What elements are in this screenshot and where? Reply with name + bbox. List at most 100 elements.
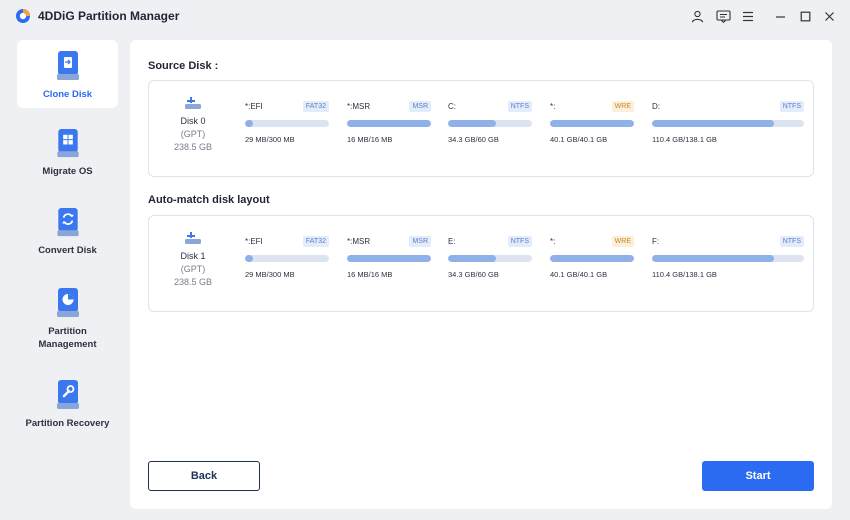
- clone-disk-icon: [56, 51, 79, 80]
- usage-bar-fill: [550, 255, 634, 262]
- sidebar-item-label: Convert Disk: [38, 245, 97, 256]
- disk-info: Disk 0 (GPT) 238.5 GB: [169, 95, 217, 154]
- partition-item[interactable]: *:MSR MSR 16 MB/16 MB: [347, 236, 431, 279]
- partition-recovery-icon: [56, 380, 79, 409]
- disk-name: Disk 0: [180, 116, 206, 126]
- disk-info: Disk 1 (GPT) 238.5 GB: [169, 230, 217, 289]
- partition-size: 110.4 GB/138.1 GB: [652, 270, 717, 279]
- sidebar-item-label: Partition Recovery: [25, 418, 110, 429]
- partition-header: *:EFI FAT32: [245, 236, 329, 250]
- sidebar-item-label: Partition Management: [38, 326, 97, 350]
- sidebar-item-clone-disk[interactable]: Clone Disk: [17, 40, 118, 108]
- app-title: 4DDiG Partition Manager: [38, 9, 180, 23]
- partition-label: *:EFI: [245, 237, 263, 246]
- disk-type: (GPT): [180, 129, 206, 139]
- usage-bar: [245, 120, 329, 127]
- filesystem-badge: FAT32: [302, 101, 329, 112]
- target-disk-card[interactable]: Disk 1 (GPT) 238.5 GB *:EFI FAT32 29 MB/30…: [148, 215, 814, 312]
- source-disk-card[interactable]: Disk 0 (GPT) 238.5 GB *:EFI FAT32 29 MB/30…: [148, 80, 814, 177]
- filesystem-badge: MSR: [409, 236, 431, 247]
- usage-bar: [550, 120, 634, 127]
- partition-label: D:: [652, 102, 660, 111]
- partition-item[interactable]: *: WRE 40.1 GB/40.1 GB: [550, 236, 634, 279]
- usage-bar-fill: [652, 120, 774, 127]
- partition-header: F: NTFS: [652, 236, 804, 250]
- partition-item[interactable]: *: WRE 40.1 GB/40.1 GB: [550, 101, 634, 144]
- maximize-icon[interactable]: [796, 7, 814, 25]
- sidebar-item-label: Migrate OS: [42, 166, 93, 177]
- partition-item[interactable]: F: NTFS 110.4 GB/138.1 GB: [652, 236, 804, 279]
- close-icon[interactable]: [820, 7, 838, 25]
- usage-bar-fill: [245, 255, 254, 262]
- partition-item[interactable]: *:EFI FAT32 29 MB/300 MB: [245, 101, 329, 144]
- usage-bar-fill: [347, 255, 431, 262]
- menu-icon[interactable]: [739, 7, 757, 25]
- partition-label: C:: [448, 102, 456, 111]
- usage-bar-fill: [347, 120, 431, 127]
- sidebar-item-partition-recovery[interactable]: Partition Recovery: [17, 369, 118, 435]
- sidebar-item-migrate-os[interactable]: Migrate OS: [17, 118, 118, 178]
- partition-header: D: NTFS: [652, 101, 804, 115]
- partition-item[interactable]: C: NTFS 34.3 GB/60 GB: [448, 101, 532, 144]
- user-icon[interactable]: [688, 7, 706, 25]
- partition-size: 110.4 GB/138.1 GB: [652, 135, 717, 144]
- filesystem-badge: NTFS: [779, 236, 804, 247]
- partition-size: 34.3 GB/60 GB: [448, 270, 499, 279]
- partition-size: 16 MB/16 MB: [347, 135, 393, 144]
- partition-item[interactable]: *:EFI FAT32 29 MB/300 MB: [245, 236, 329, 279]
- sidebar: Clone Disk Migrate OS Convert Disk Parti…: [0, 32, 130, 520]
- usage-bar: [448, 120, 532, 127]
- source-disk-title: Source Disk :: [148, 60, 219, 72]
- partition-header: *:MSR MSR: [347, 101, 431, 115]
- sidebar-item-partition-management[interactable]: Partition Management: [17, 277, 118, 355]
- partition-item[interactable]: E: NTFS 34.3 GB/60 GB: [448, 236, 532, 279]
- hard-disk-icon: [185, 97, 201, 109]
- filesystem-badge: NTFS: [507, 101, 532, 112]
- usage-bar: [245, 255, 329, 262]
- usage-bar-fill: [448, 255, 496, 262]
- back-button[interactable]: Back: [148, 461, 260, 491]
- usage-bar: [550, 255, 634, 262]
- partition-size: 34.3 GB/60 GB: [448, 135, 499, 144]
- partition-size: 16 MB/16 MB: [347, 270, 393, 279]
- partition-size: 40.1 GB/40.1 GB: [550, 270, 608, 279]
- filesystem-badge: WRE: [611, 236, 634, 247]
- main-panel: Source Disk : Disk 0 (GPT) 238.5 GB *:EF…: [130, 40, 832, 509]
- usage-bar: [448, 255, 532, 262]
- filesystem-badge: WRE: [611, 101, 634, 112]
- partition-label: *:: [550, 102, 556, 111]
- minimize-icon[interactable]: [771, 7, 789, 25]
- feedback-icon[interactable]: [714, 7, 732, 25]
- partition-size: 29 MB/300 MB: [245, 270, 295, 279]
- usage-bar: [347, 255, 431, 262]
- usage-bar: [347, 120, 431, 127]
- usage-bar-fill: [448, 120, 496, 127]
- filesystem-badge: NTFS: [779, 101, 804, 112]
- app-logo-icon: [16, 9, 30, 23]
- partition-header: *:MSR MSR: [347, 236, 431, 250]
- partition-header: *: WRE: [550, 101, 634, 115]
- sidebar-item-label: Clone Disk: [42, 89, 93, 100]
- partition-item[interactable]: *:MSR MSR 16 MB/16 MB: [347, 101, 431, 144]
- disk-size: 238.5 GB: [173, 277, 213, 287]
- usage-bar: [652, 255, 804, 262]
- partition-label: *:MSR: [347, 102, 371, 111]
- partition-header: *:EFI FAT32: [245, 101, 329, 115]
- usage-bar: [652, 120, 804, 127]
- partition-size: 29 MB/300 MB: [245, 135, 295, 144]
- migrate-os-icon: [56, 128, 79, 158]
- filesystem-badge: MSR: [409, 101, 431, 112]
- start-button[interactable]: Start: [702, 461, 814, 491]
- usage-bar-fill: [652, 255, 774, 262]
- usage-bar-fill: [550, 120, 634, 127]
- partition-header: *: WRE: [550, 236, 634, 250]
- target-disk-title: Auto-match disk layout: [148, 194, 270, 206]
- partition-item[interactable]: D: NTFS 110.4 GB/138.1 GB: [652, 101, 804, 144]
- disk-size: 238.5 GB: [173, 142, 213, 152]
- partition-header: C: NTFS: [448, 101, 532, 115]
- sidebar-item-convert-disk[interactable]: Convert Disk: [17, 197, 118, 257]
- partition-label: *:MSR: [347, 237, 371, 246]
- partition-label: *:EFI: [245, 102, 263, 111]
- partition-size: 40.1 GB/40.1 GB: [550, 135, 608, 144]
- partition-header: E: NTFS: [448, 236, 532, 250]
